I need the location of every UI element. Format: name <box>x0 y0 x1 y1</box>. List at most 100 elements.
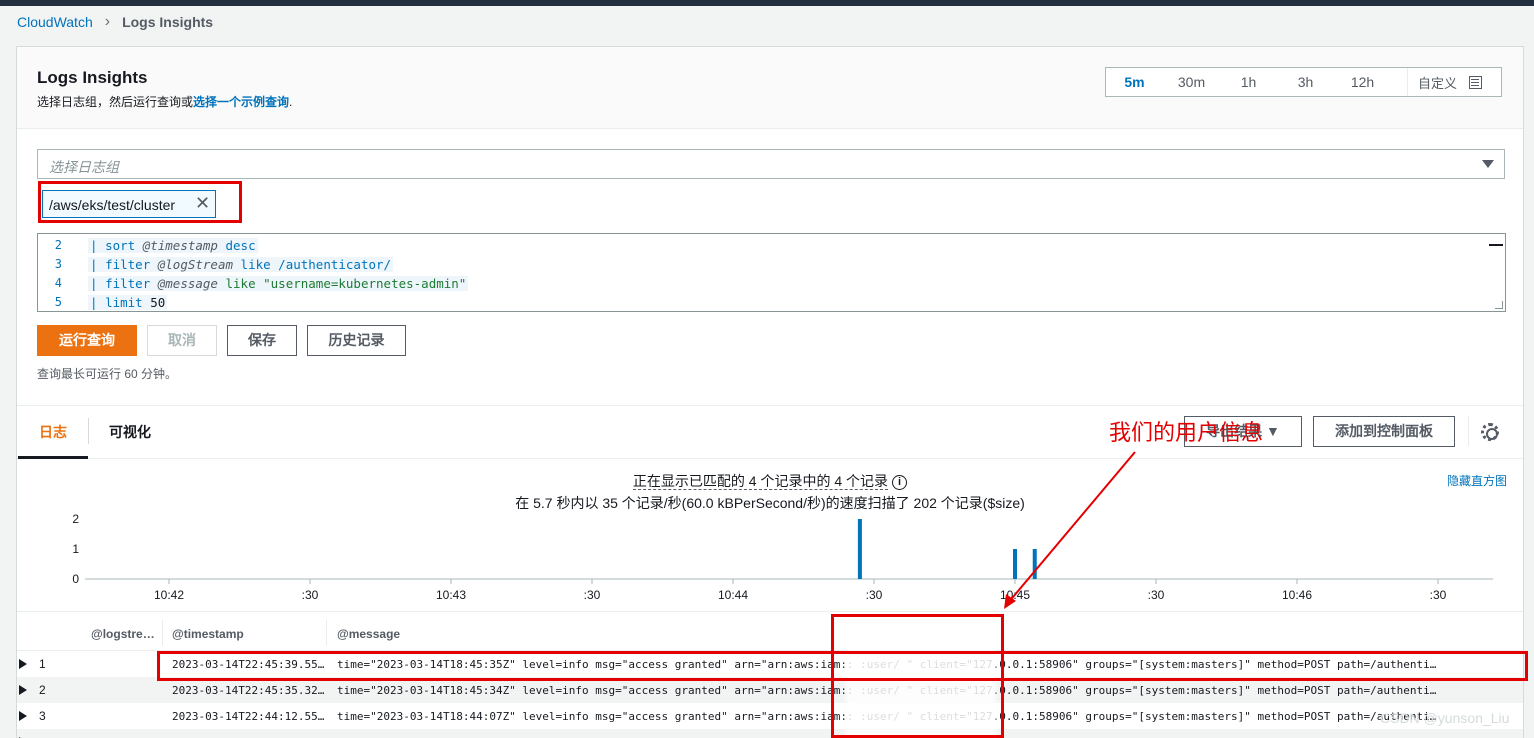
highlight-box-log-group <box>38 181 242 223</box>
y-tick-label: 0 <box>72 572 79 586</box>
calendar-icon <box>1469 75 1483 89</box>
range-3h[interactable]: 3h <box>1277 74 1334 90</box>
range-5m[interactable]: 5m <box>1106 74 1163 90</box>
query-rest: like /authenticator/ <box>240 257 392 272</box>
panel-header: Logs Insights 选择日志组，然后运行查询或选择一个示例查询. 5m … <box>17 47 1523 129</box>
x-tick-label: :30 <box>866 588 883 602</box>
highlight-box-user <box>831 614 1004 738</box>
watermark: CSDN @yunson_Liu <box>1380 710 1510 726</box>
line-number: 3 <box>54 257 62 271</box>
chevron-right-icon: › <box>104 13 111 30</box>
query-field: @message <box>157 276 218 291</box>
x-tick-label: :30 <box>1430 588 1447 602</box>
query-line: | sort @timestamp desc <box>88 238 258 253</box>
expand-row-icon[interactable] <box>19 685 27 695</box>
row-number: 2 <box>39 683 46 697</box>
y-tick-label: 2 <box>72 512 79 526</box>
hide-histogram-link[interactable]: 隐藏直方图 <box>1447 472 1507 489</box>
range-1h[interactable]: 1h <box>1220 74 1277 90</box>
top-nav-bar <box>0 0 1534 6</box>
query-line: | filter @logStream like /authenticator/ <box>88 257 394 272</box>
page-title: Logs Insights <box>37 68 148 87</box>
toolbar-divider <box>1468 416 1469 446</box>
results-tabs: 日志 可视化 导出结果 ▼ 添加到控制面板 <box>17 405 1523 459</box>
table-row[interactable]: 3 2023-03-14T22:44:12.55… time="2023-03-… <box>17 703 1523 729</box>
column-header-message[interactable]: @message <box>337 627 400 641</box>
range-30m[interactable]: 30m <box>1163 74 1220 90</box>
query-rest: like "username=kubernetes-admin" <box>225 276 467 291</box>
range-12h[interactable]: 12h <box>1334 74 1391 90</box>
resize-handle-icon[interactable] <box>1495 301 1503 309</box>
x-tick-label: :30 <box>1148 588 1165 602</box>
logs-insights-panel: Logs Insights 选择日志组，然后运行查询或选择一个示例查询. 5m … <box>16 46 1524 738</box>
cancel-button[interactable]: 取消 <box>147 325 217 356</box>
histogram-bar[interactable] <box>1013 549 1017 579</box>
breadcrumb-cloudwatch[interactable]: CloudWatch <box>17 14 93 30</box>
expand-row-icon[interactable] <box>19 711 27 721</box>
x-tick-label: 10:43 <box>436 588 466 602</box>
annotation-label: 我们的用户信息 <box>1109 420 1264 445</box>
match-summary-text: 正在显示已匹配的 4 个记录中的 4 个记录 <box>632 473 889 490</box>
column-header-logstream[interactable]: @logstre… <box>91 627 155 641</box>
histogram-bar[interactable] <box>1032 549 1037 579</box>
histogram-layer: 2 1 0 10:42 :30 10:43 :30 10:44 :30 10:45 :30 10:46… <box>72 512 1493 602</box>
row-timestamp: 2023-03-14T22:45:35.32… <box>172 684 325 697</box>
line-number: 5 <box>54 295 62 309</box>
query-keyword: filter <box>105 257 151 272</box>
query-rest: desc <box>225 238 256 253</box>
histogram-chart: 2 1 0 10:42 :30 10:43 :30 10:44 :30 10:45 :30 10:46… <box>72 512 1493 602</box>
table-row[interactable] <box>17 729 1523 738</box>
log-group-placeholder: 选择日志组 <box>49 159 119 175</box>
subtitle-text: 选择日志组，然后运行查询或 <box>37 95 194 109</box>
query-field: @timestamp <box>142 238 218 253</box>
x-tick-label: :30 <box>302 588 319 602</box>
range-custom-label: 自定义 <box>1418 75 1458 91</box>
x-tick-label: 10:42 <box>154 588 184 602</box>
column-divider <box>162 620 163 646</box>
query-keyword: limit <box>105 295 143 310</box>
query-keyword: filter <box>105 276 151 291</box>
histogram-bar[interactable] <box>857 519 862 579</box>
query-duration-note: 查询最长可运行 60 分钟。 <box>37 367 178 381</box>
results-table-header: @logstre… @timestamp @message <box>17 611 1523 651</box>
history-button[interactable]: 历史记录 <box>307 325 406 356</box>
column-header-timestamp[interactable]: @timestamp <box>172 627 244 641</box>
row-number: 1 <box>39 657 46 671</box>
match-summary: 正在显示已匹配的 4 个记录中的 4 个记录 i <box>17 471 1523 491</box>
x-tick-label: 10:44 <box>718 588 748 602</box>
y-tick-label: 1 <box>72 542 79 556</box>
active-tab-indicator <box>18 456 88 459</box>
sample-query-link[interactable]: 选择一个示例查询 <box>193 95 289 109</box>
save-button[interactable]: 保存 <box>227 325 297 356</box>
gear-icon[interactable] <box>1481 423 1499 441</box>
row-timestamp: 2023-03-14T22:44:12.55… <box>172 710 325 723</box>
tab-visualization[interactable]: 可视化 <box>109 422 151 442</box>
breadcrumb-current: Logs Insights <box>122 14 214 30</box>
breadcrumb: CloudWatch › Logs Insights <box>17 13 213 31</box>
row-number: 3 <box>39 709 46 723</box>
time-range-selector: 5m 30m 1h 3h 12h 自定义 <box>1105 67 1502 97</box>
range-custom[interactable]: 自定义 <box>1407 68 1483 96</box>
tab-divider <box>88 418 89 444</box>
tab-logs[interactable]: 日志 <box>39 422 67 442</box>
caret-down-icon <box>1482 160 1494 168</box>
line-number: 2 <box>54 238 62 252</box>
expand-row-icon[interactable] <box>19 659 27 669</box>
query-line: | limit 50 <box>88 295 168 310</box>
run-query-button[interactable]: 运行查询 <box>37 325 137 356</box>
query-editor[interactable]: 2 | sort @timestamp desc 3 | filter @log… <box>37 233 1506 312</box>
subtitle-suffix: . <box>289 95 293 109</box>
query-field: @logStream <box>157 257 234 272</box>
log-group-select[interactable]: 选择日志组 <box>37 149 1505 179</box>
query-rest: 50 <box>150 295 166 310</box>
x-tick-label: 10:46 <box>1282 588 1312 602</box>
caret-down-icon: ▼ <box>1266 423 1280 439</box>
scroll-indicator <box>1489 244 1503 246</box>
info-icon[interactable]: i <box>892 474 908 490</box>
add-to-dashboard-button[interactable]: 添加到控制面板 <box>1313 416 1455 447</box>
query-line: | filter @message like "username=kuberne… <box>88 276 469 291</box>
x-tick-label: :30 <box>584 588 601 602</box>
line-number: 4 <box>54 276 62 290</box>
column-divider <box>326 620 327 646</box>
x-tick-label: 10:45 <box>1000 588 1030 602</box>
